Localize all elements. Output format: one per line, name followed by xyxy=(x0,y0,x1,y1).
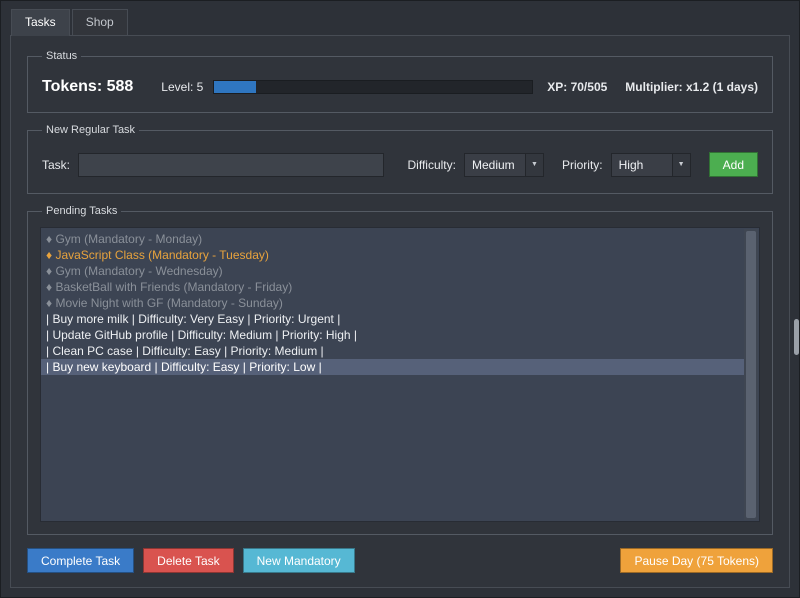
tasks-panel: Status Tokens: 588 Level: 5 XP: 70/505 M… xyxy=(10,35,790,588)
new-mandatory-button[interactable]: New Mandatory xyxy=(242,548,355,573)
xp-value: XP: 70/505 xyxy=(547,80,608,94)
new-task-row: Task: Difficulty: Medium ▼ Priority: Hig… xyxy=(40,146,760,181)
window-resize-grip[interactable] xyxy=(794,319,799,355)
delete-task-button[interactable]: Delete Task xyxy=(143,548,234,573)
footer-button-bar: Complete Task Delete Task New Mandatory … xyxy=(27,548,773,573)
list-item[interactable]: ♦ JavaScript Class (Mandatory - Tuesday) xyxy=(41,247,744,263)
priority-dropdown[interactable]: High ▼ xyxy=(610,152,691,177)
tab-bar: Tasks Shop xyxy=(11,9,790,36)
level-value: Level: 5 xyxy=(161,80,204,94)
list-item[interactable]: ♦ BasketBall with Friends (Mandatory - F… xyxy=(41,279,744,295)
add-button[interactable]: Add xyxy=(708,152,758,177)
chevron-down-icon: ▼ xyxy=(671,153,690,176)
status-group-title: Status xyxy=(46,50,78,62)
pending-tasks-group-title: Pending Tasks xyxy=(46,205,118,217)
list-item[interactable]: | Buy new keyboard | Difficulty: Easy | … xyxy=(41,359,744,375)
pending-list: ♦ Gym (Mandatory - Monday) ♦ JavaScript C… xyxy=(41,231,744,375)
complete-task-button[interactable]: Complete Task xyxy=(27,548,135,573)
list-item[interactable]: ♦ Gym (Mandatory - Monday) xyxy=(41,231,744,247)
tokens-value: Tokens: 588 xyxy=(42,78,134,95)
pending-tasks-listbox[interactable]: ♦ Gym (Mandatory - Monday) ♦ JavaScript C… xyxy=(40,227,760,522)
list-item[interactable]: | Clean PC case | Difficulty: Easy | Pri… xyxy=(41,343,744,359)
xp-progress-fill xyxy=(214,81,256,93)
list-item[interactable]: ♦ Movie Night with GF (Mandatory - Sunda… xyxy=(41,295,744,311)
chevron-down-icon: ▼ xyxy=(524,153,543,176)
xp-progress-bar xyxy=(213,80,534,94)
list-item[interactable]: ♦ Gym (Mandatory - Wednesday) xyxy=(41,263,744,279)
list-item[interactable]: | Buy more milk | Difficulty: Very Easy … xyxy=(41,311,744,327)
pending-tasks-group: Pending Tasks ♦ Gym (Mandatory - Monday)… xyxy=(27,205,773,535)
list-item[interactable]: | Update GitHub profile | Difficulty: Me… xyxy=(41,327,744,343)
task-input[interactable] xyxy=(78,152,385,177)
difficulty-dropdown[interactable]: Medium ▼ xyxy=(463,152,544,177)
pause-day-button[interactable]: Pause Day (75 Tokens) xyxy=(620,548,773,573)
new-task-group: New Regular Task Task: Difficulty: Mediu… xyxy=(27,124,773,194)
priority-label: Priority: xyxy=(561,157,603,172)
difficulty-label: Difficulty: xyxy=(407,157,456,172)
status-group: Status Tokens: 588 Level: 5 XP: 70/505 M… xyxy=(27,50,773,113)
listbox-scrollbar[interactable] xyxy=(744,229,758,520)
priority-selected-value: High xyxy=(618,157,644,172)
app-window: Tasks Shop Status Tokens: 588 Level: 5 X… xyxy=(0,0,800,598)
tab-tasks[interactable]: Tasks xyxy=(11,9,70,36)
status-row: Tokens: 588 Level: 5 XP: 70/505 Multipli… xyxy=(40,72,760,100)
new-task-group-title: New Regular Task xyxy=(46,124,136,136)
multiplier-value: Multiplier: x1.2 (1 days) xyxy=(625,80,758,94)
difficulty-selected-value: Medium xyxy=(471,157,515,172)
task-label: Task: xyxy=(42,157,71,172)
tab-shop[interactable]: Shop xyxy=(71,9,128,35)
scrollbar-thumb[interactable] xyxy=(746,231,756,518)
